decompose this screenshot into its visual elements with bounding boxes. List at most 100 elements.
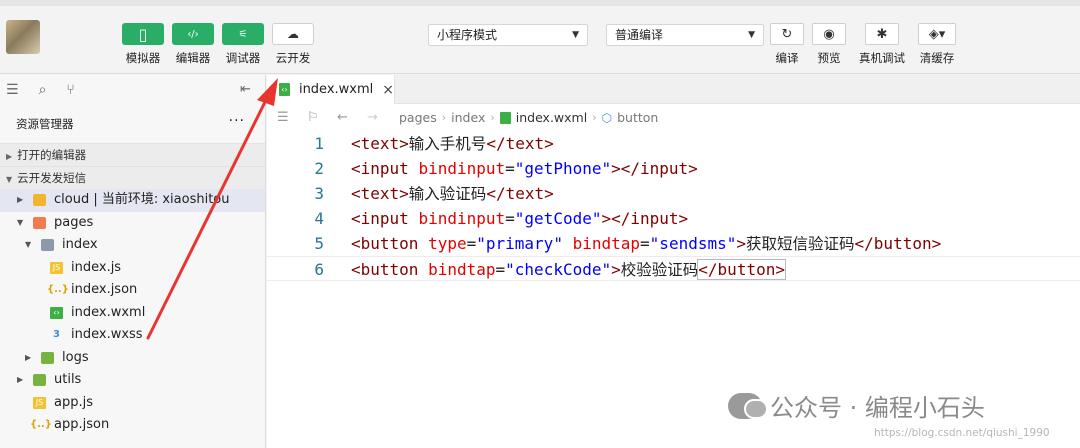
chevron-right-icon: › — [490, 111, 495, 124]
breadcrumb-pages[interactable]: pages — [399, 110, 437, 125]
line-number: 4 — [314, 209, 324, 228]
code-line[interactable]: 4 <input bindinput="getCode"></input> — [267, 206, 1080, 231]
chevron-right-icon: ▶ — [17, 195, 24, 204]
avatar[interactable] — [6, 20, 40, 54]
bookmark-icon[interactable]: ⚐ — [307, 110, 319, 125]
code-token: > — [736, 234, 747, 253]
code-area[interactable]: 1 <text>输入手机号</text> 2 <input bindinput=… — [267, 131, 1080, 281]
tree-item-utils[interactable]: ▶ utils — [0, 369, 265, 392]
code-token: <input — [351, 209, 409, 228]
collapse-panel-icon[interactable]: ⇤ — [240, 82, 251, 97]
back-arrow-icon[interactable]: ← — [337, 110, 348, 125]
cube-icon: ⬡ — [601, 110, 613, 125]
tree-item-index-folder[interactable]: ▼ index — [0, 234, 265, 257]
code-line[interactable]: 2 <input bindinput="getPhone"></input> — [267, 156, 1080, 181]
tree-item-cloud[interactable]: ▶ cloud | 当前环境: xiaoshitou — [0, 189, 265, 212]
code-line[interactable]: 5 <button type="primary" bindtap="sendsm… — [267, 231, 1080, 256]
sidebar-activity-bar: ☰ ⌕ ⑂ ⇤ — [0, 75, 265, 105]
code-token: bindinput — [418, 159, 506, 178]
caret-down-icon: ▼ — [572, 30, 579, 40]
tree-item-label: index.wxss — [71, 327, 143, 342]
tree-item-pages[interactable]: ▼ pages — [0, 212, 265, 235]
code-icon: ‹/› — [187, 28, 199, 40]
more-icon[interactable]: ··· — [229, 113, 245, 129]
cloud-icon: ☁ — [287, 27, 299, 41]
phone-icon: ▯ — [138, 24, 148, 44]
wechat-logo-icon — [728, 392, 768, 419]
chevron-right-icon: ▶ — [25, 352, 32, 362]
forward-arrow-icon[interactable]: → — [367, 110, 378, 125]
chevron-down-icon: ▼ — [6, 175, 13, 184]
code-token: 输入手机号 — [408, 135, 487, 153]
line-number: 6 — [314, 260, 324, 279]
code-line[interactable]: 1 <text>输入手机号</text> — [267, 131, 1080, 156]
code-token: <input — [351, 159, 409, 178]
code-token: bindtap — [572, 234, 641, 253]
clear-cache-button[interactable]: ◈▾ 清缓存 — [908, 23, 966, 66]
code-token: = — [505, 159, 515, 178]
code-token: "primary" — [476, 234, 563, 253]
code-token: ></input> — [601, 209, 689, 228]
window-title-strip — [0, 0, 1080, 6]
code-line-current[interactable]: 6 <button bindtap="checkCode">校验验证码</but… — [267, 256, 1080, 281]
cloud-dev-button[interactable]: ☁ 云开发 — [263, 23, 323, 66]
js-file-icon: JS — [33, 396, 46, 409]
remote-debug-button[interactable]: ✱ 真机调试 — [853, 23, 911, 66]
breadcrumb-index[interactable]: index — [451, 110, 485, 125]
refresh-icon: ↻ — [781, 26, 793, 42]
wxss-file-icon: 3 — [53, 329, 60, 340]
breadcrumb-file[interactable]: index.wxml — [516, 110, 587, 125]
code-token: 输入验证码 — [408, 185, 487, 203]
code-token: = — [640, 234, 650, 253]
code-token: ></input> — [611, 159, 698, 178]
chevron-right-icon: › — [592, 111, 597, 124]
tree-item-logs[interactable]: ▶ logs — [0, 347, 265, 370]
search-icon[interactable]: ⌕ — [39, 82, 47, 98]
chevron-right-icon: ▶ — [17, 375, 24, 384]
editor-tabbar: ‹› index.wxml × — [267, 75, 1080, 104]
json-file-icon: {..} — [47, 284, 69, 295]
wxml-file-icon — [499, 111, 511, 124]
tree-item-index-wxss[interactable]: 3 index.wxss — [0, 324, 265, 347]
tree-item-app-json[interactable]: {..} app.json — [0, 414, 265, 437]
code-token: </text> — [486, 134, 554, 153]
code-line[interactable]: 3 <text>输入验证码</text> — [267, 181, 1080, 206]
tree-item-app-js[interactable]: JS app.js — [0, 392, 265, 415]
layers-icon: ◈▾ — [928, 26, 946, 42]
code-token: = — [495, 260, 506, 279]
section-open-editors[interactable]: ▶ 打开的编辑器 — [0, 143, 265, 166]
tree-item-index-wxml[interactable]: ‹› index.wxml — [0, 302, 265, 325]
section-project[interactable]: ▼ 云开发发短信 — [0, 166, 265, 189]
wxml-file-icon: ‹› — [279, 83, 290, 96]
close-icon[interactable]: × — [382, 82, 394, 98]
outline-icon[interactable]: ☰ — [277, 110, 289, 125]
tab-index-wxml[interactable]: ‹› index.wxml × — [267, 75, 395, 104]
folder-icon — [41, 239, 54, 251]
js-file-icon: JS — [50, 261, 63, 274]
mode-select[interactable]: 小程序模式 ▼ — [428, 24, 588, 46]
chevron-down-icon: ▼ — [25, 240, 32, 249]
folder-icon — [33, 374, 46, 386]
code-token: = — [505, 209, 515, 228]
eye-icon: ◉ — [823, 26, 835, 42]
tree-item-label: app.json — [54, 417, 110, 432]
tree-item-index-json[interactable]: {..} index.json — [0, 279, 265, 302]
compile-select[interactable]: 普通编译 ▼ — [606, 24, 764, 46]
tree-item-label: pages — [54, 214, 94, 230]
sidebar: ☰ ⌕ ⑂ ⇤ 资源管理器 ··· ▶ 打开的编辑器 ▼ 云开发发短信 ▶ clou… — [0, 75, 266, 448]
tree-item-label: logs — [62, 349, 89, 365]
code-token: "sendsms" — [649, 234, 737, 253]
code-token: bindinput — [418, 209, 506, 228]
source-control-icon[interactable]: ⑂ — [66, 82, 74, 98]
preview-button[interactable]: ◉ 预览 — [800, 23, 858, 66]
tree-item-label: index.js — [71, 259, 122, 275]
watermark-text: 公众号 · 编程小石头 — [770, 394, 985, 422]
list-icon[interactable]: ☰ — [6, 82, 19, 98]
code-token: type — [428, 234, 467, 253]
tree-item-index-js[interactable]: JS index.js — [0, 257, 265, 280]
breadcrumb-node[interactable]: button — [617, 110, 658, 125]
watermark: 公众号 · 编程小石头 — [728, 388, 985, 423]
folder-icon — [33, 194, 46, 206]
caret-down-icon: ▼ — [748, 30, 755, 40]
code-token: <button — [351, 260, 419, 279]
